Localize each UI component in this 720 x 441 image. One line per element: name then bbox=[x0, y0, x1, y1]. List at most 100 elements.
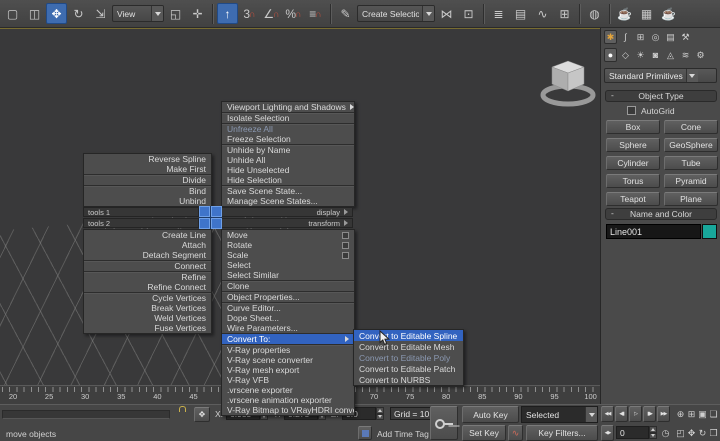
menu-item-unbind[interactable]: Unbind bbox=[84, 196, 211, 206]
menu-item-convert-to-editable-poly[interactable]: Convert to Editable Poly bbox=[354, 352, 463, 363]
use-pivot-center-icon[interactable]: ◱ bbox=[165, 3, 186, 24]
layer-manager-icon[interactable]: ≣ bbox=[488, 3, 509, 24]
plane-button[interactable]: Plane bbox=[664, 192, 718, 206]
menu-item-curve-editor[interactable]: Curve Editor... bbox=[222, 303, 354, 313]
settings-box-icon[interactable] bbox=[342, 242, 349, 249]
quad-label-display[interactable]: display bbox=[221, 207, 353, 217]
category-systems[interactable]: ⚙ bbox=[694, 48, 707, 62]
settings-box-icon[interactable] bbox=[342, 252, 349, 259]
render-production-icon[interactable]: ☕ bbox=[658, 3, 679, 24]
menu-item-rotate[interactable]: Rotate bbox=[222, 240, 354, 250]
menu-item-convert-to-editable-spline[interactable]: Convert to Editable Spline bbox=[354, 330, 463, 341]
time-configuration-button[interactable]: ◷ bbox=[660, 425, 671, 441]
menu-item-convert-to-editable-mesh[interactable]: Convert to Editable Mesh bbox=[354, 341, 463, 352]
menu-item-v-ray-properties[interactable]: V-Ray properties bbox=[222, 345, 354, 355]
teapot-button[interactable]: Teapot bbox=[606, 192, 660, 206]
angle-snap-icon[interactable]: ∠∩ bbox=[261, 3, 282, 24]
set-keys-button[interactable] bbox=[430, 406, 458, 440]
menu-item-select[interactable]: Select bbox=[222, 260, 354, 270]
select-manipulate-icon[interactable]: ✛ bbox=[187, 3, 208, 24]
menu-item-weld-vertices[interactable]: Weld Vertices bbox=[84, 313, 211, 323]
menu-item-cycle-vertices[interactable]: Cycle Vertices bbox=[84, 293, 211, 303]
menu-item-divide[interactable]: Divide bbox=[84, 175, 211, 185]
add-time-tag[interactable]: Add Time Tag bbox=[377, 429, 429, 439]
menu-item-scale[interactable]: Scale bbox=[222, 250, 354, 260]
zoom-all-button[interactable]: ⊞ bbox=[686, 406, 697, 422]
key-filters-button[interactable]: Key Filters... bbox=[526, 425, 598, 441]
edit-named-selections-icon[interactable]: ✎ bbox=[335, 3, 356, 24]
selection-set-dropdown[interactable]: Selected bbox=[521, 406, 598, 423]
menu-item-v-ray-vfb[interactable]: V-Ray VFB bbox=[222, 375, 354, 385]
settings-box-icon[interactable] bbox=[342, 232, 349, 239]
quad-center-handle[interactable] bbox=[199, 206, 222, 229]
category-geometry[interactable]: ● bbox=[604, 48, 617, 62]
frame-spinner[interactable] bbox=[649, 426, 657, 439]
viewcube[interactable] bbox=[538, 47, 598, 117]
autogrid-checkbox[interactable] bbox=[627, 106, 636, 115]
category-helpers[interactable]: ◬ bbox=[664, 48, 677, 62]
previous-frame-button[interactable]: ◀▮ bbox=[615, 406, 628, 422]
tab-motion[interactable]: ◎ bbox=[649, 30, 662, 44]
menu-item-viewport-lighting-and-shadows[interactable]: Viewport Lighting and Shadows bbox=[222, 102, 354, 112]
object-color-swatch[interactable] bbox=[702, 224, 717, 239]
menu-item-bind[interactable]: Bind bbox=[84, 186, 211, 196]
align-icon[interactable]: ⊡ bbox=[458, 3, 479, 24]
torus-button[interactable]: Torus bbox=[606, 174, 660, 188]
menu-item-break-vertices[interactable]: Break Vertices bbox=[84, 303, 211, 313]
menu-item-make-first[interactable]: Make First bbox=[84, 164, 211, 174]
tab-hierarchy[interactable]: ⊞ bbox=[634, 30, 647, 44]
category-lights[interactable]: ☀ bbox=[634, 48, 647, 62]
menu-item-unfreeze-all[interactable]: Unfreeze All bbox=[222, 124, 354, 134]
mini-listener[interactable] bbox=[2, 410, 170, 419]
cone-button[interactable]: Cone bbox=[664, 120, 718, 134]
snaps-toggle-icon[interactable]: ↑ bbox=[217, 3, 238, 24]
absolute-mode-button[interactable]: ✥ bbox=[194, 407, 210, 422]
menu-item-hide-selection[interactable]: Hide Selection bbox=[222, 175, 354, 185]
tab-modify[interactable]: ∫ bbox=[619, 30, 632, 44]
menu-item-object-properties[interactable]: Object Properties... bbox=[222, 292, 354, 302]
menu-item-isolate-selection[interactable]: Isolate Selection bbox=[222, 113, 354, 123]
menu-item-freeze-selection[interactable]: Freeze Selection bbox=[222, 134, 354, 144]
schematic-view-icon[interactable]: ⊞ bbox=[554, 3, 575, 24]
menu-item-save-scene-state[interactable]: Save Scene State... bbox=[222, 186, 354, 196]
current-frame-field[interactable]: 0 bbox=[616, 426, 649, 439]
menu-item-unhide-all[interactable]: Unhide All bbox=[222, 155, 354, 165]
menu-item-detach-segment[interactable]: Detach Segment bbox=[84, 250, 211, 260]
set-key-button[interactable]: Set Key bbox=[462, 425, 506, 441]
quad-label-transform[interactable]: transform bbox=[221, 218, 353, 228]
menu-item-v-ray-scene-converter[interactable]: V-Ray scene converter bbox=[222, 355, 354, 365]
pan-button[interactable]: ✥ bbox=[686, 425, 697, 441]
key-mode-toggle[interactable]: ◀▶ bbox=[601, 425, 614, 441]
cylinder-button[interactable]: Cylinder bbox=[606, 156, 660, 170]
go-to-end-button[interactable]: ▶▶ bbox=[657, 406, 670, 422]
select-rotate-icon[interactable]: ↻ bbox=[68, 3, 89, 24]
menu-item-refine-connect[interactable]: Refine Connect bbox=[84, 282, 211, 292]
menu-item-move[interactable]: Move bbox=[222, 230, 354, 240]
tab-display[interactable]: ▤ bbox=[664, 30, 677, 44]
menu-item-vrscene-exporter[interactable]: .vrscene exporter bbox=[222, 385, 354, 395]
select-scale-icon[interactable]: ⇲ bbox=[90, 3, 111, 24]
menu-item-reverse-spline[interactable]: Reverse Spline bbox=[84, 154, 211, 164]
menu-item-convert-to[interactable]: Convert To: bbox=[222, 334, 354, 344]
menu-item-v-ray-bitmap-to-vrayhdri-converter[interactable]: V-Ray Bitmap to VRayHDRI converter bbox=[222, 405, 354, 415]
reference-coordinate-dropdown[interactable]: View bbox=[112, 5, 164, 22]
quad-label-tools1[interactable]: tools 1 bbox=[83, 207, 199, 217]
quad-label-tools2[interactable]: tools 2 bbox=[83, 218, 199, 228]
zoom-extents-all-button[interactable]: ❏ bbox=[708, 406, 719, 422]
name-and-color-rollout[interactable]: - Name and Color bbox=[605, 208, 717, 220]
render-setup-icon[interactable]: ☕ bbox=[614, 3, 635, 24]
menu-item-dope-sheet[interactable]: Dope Sheet... bbox=[222, 313, 354, 323]
mirror-icon[interactable]: ⋈ bbox=[436, 3, 457, 24]
window-crossing-icon[interactable]: ◫ bbox=[24, 3, 45, 24]
box-button[interactable]: Box bbox=[606, 120, 660, 134]
zoom-extents-button[interactable]: ▣ bbox=[697, 406, 708, 422]
menu-item-attach[interactable]: Attach bbox=[84, 240, 211, 250]
menu-item-connect[interactable]: Connect bbox=[84, 261, 211, 271]
menu-item-fuse-vertices[interactable]: Fuse Vertices bbox=[84, 323, 211, 333]
menu-item-convert-to-editable-patch[interactable]: Convert to Editable Patch bbox=[354, 363, 463, 374]
named-selection-set-dropdown[interactable]: Create Selection Se bbox=[357, 5, 435, 22]
select-move-icon[interactable]: ✥ bbox=[46, 3, 67, 24]
menu-item-select-similar[interactable]: Select Similar bbox=[222, 270, 354, 280]
maximize-viewport-button[interactable]: ❒ bbox=[708, 425, 719, 441]
orbit-button[interactable]: ↻ bbox=[697, 425, 708, 441]
